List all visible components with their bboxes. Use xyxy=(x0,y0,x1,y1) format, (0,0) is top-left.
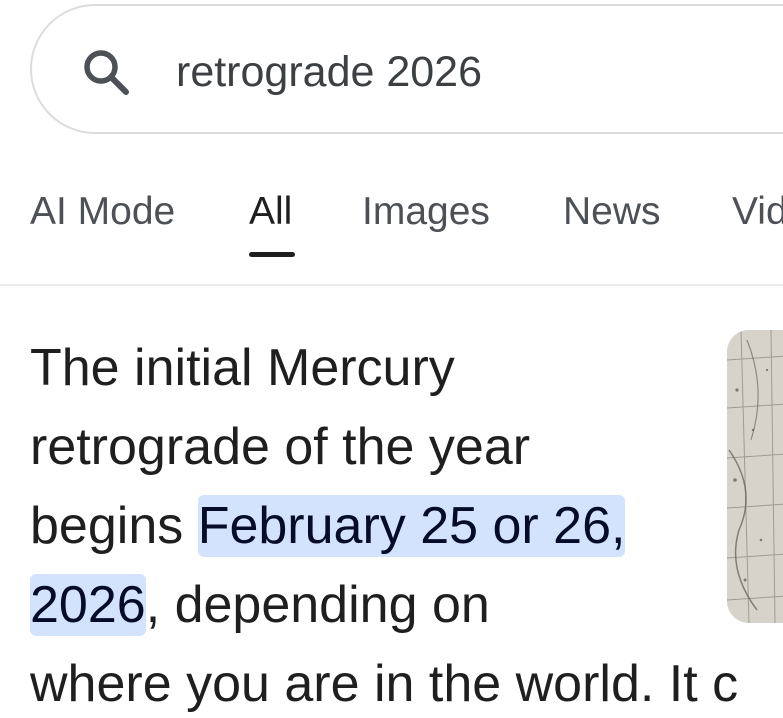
highlighted-date: 2026 xyxy=(30,574,146,636)
tab-videos[interactable]: Vid xyxy=(732,190,783,234)
answer-line: 2026, depending on xyxy=(30,566,783,645)
answer-text: begins xyxy=(30,497,198,555)
tab-ai-mode[interactable]: AI Mode xyxy=(30,190,175,234)
answer-line: where you are in the world. It c xyxy=(30,655,739,713)
tab-all[interactable]: All xyxy=(249,190,292,234)
answer-text: , depending on xyxy=(145,576,490,634)
search-results-page: retrograde 2026 AI Mode All Images News … xyxy=(0,0,783,718)
featured-answer: The initial Mercury retrograde of the ye… xyxy=(30,329,783,718)
tab-news[interactable]: News xyxy=(563,190,661,234)
celestial-map-image xyxy=(727,330,783,623)
result-thumbnail[interactable] xyxy=(727,330,783,623)
tab-images[interactable]: Images xyxy=(362,190,490,234)
search-icon[interactable] xyxy=(80,46,132,98)
answer-line: The initial Mercury xyxy=(30,339,455,397)
answer-line: retrograde of the year xyxy=(30,418,531,476)
tabs-divider xyxy=(0,284,783,286)
search-input[interactable]: retrograde 2026 xyxy=(176,40,482,104)
highlighted-date: February 25 or 26, xyxy=(197,495,626,557)
answer-line: begins February 25 or 26, xyxy=(30,487,783,566)
active-tab-indicator xyxy=(249,252,295,257)
search-tabs: AI Mode All Images News Vid xyxy=(0,182,783,258)
